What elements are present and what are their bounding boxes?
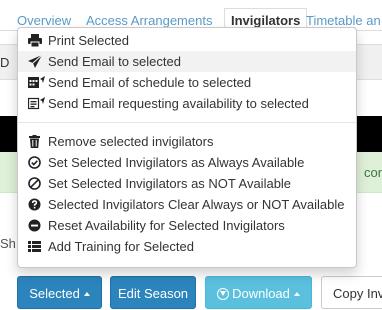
menu-item-clear-availability[interactable]: Selected Invigilators Clear Always or NO… — [18, 194, 356, 215]
question-circle-icon — [28, 198, 45, 211]
trash-icon — [28, 135, 45, 148]
selected-actions-menu: Print Selected Send Email to selected Se… — [17, 27, 357, 268]
caret-up-icon — [293, 292, 300, 296]
menu-item-request-availability[interactable]: Send Email requesting availability to se… — [18, 93, 356, 114]
partial-label: Sh — [0, 236, 16, 251]
minus-circle-icon — [28, 219, 45, 232]
send-icon — [28, 55, 45, 68]
success-alert-text: cor — [364, 165, 382, 180]
menu-item-label: Add Training for Selected — [48, 239, 194, 254]
menu-item-reset-availability[interactable]: Reset Availability for Selected Invigila… — [18, 215, 356, 236]
check-circle-icon — [28, 156, 45, 169]
menu-item-send-email[interactable]: Send Email to selected — [18, 51, 356, 72]
menu-item-add-training[interactable]: Add Training for Selected — [18, 236, 356, 257]
caret-up-icon — [83, 292, 90, 296]
menu-item-print-selected[interactable]: Print Selected — [18, 30, 356, 51]
menu-item-remove-selected[interactable]: Remove selected invigilators — [18, 131, 356, 152]
print-icon — [28, 34, 45, 47]
strip-text: D — [0, 55, 10, 70]
menu-divider — [18, 122, 356, 123]
list-icon — [28, 240, 45, 253]
copy-invigilators-button[interactable]: Copy Inv — [321, 276, 382, 309]
form-send-icon — [28, 97, 45, 110]
menu-item-label: Reset Availability for Selected Invigila… — [48, 218, 285, 233]
menu-item-send-schedule[interactable]: Send Email of schedule to selected — [18, 72, 356, 93]
menu-item-label: Remove selected invigilators — [48, 134, 214, 149]
download-dropdown-button[interactable]: Download — [205, 276, 312, 309]
menu-item-label: Selected Invigilators Clear Always or NO… — [48, 197, 345, 212]
menu-item-label: Send Email to selected — [48, 54, 181, 69]
menu-item-always-available[interactable]: Set Selected Invigilators as Always Avai… — [18, 152, 356, 173]
calendar-send-icon — [28, 76, 45, 89]
edit-season-button[interactable]: Edit Season — [110, 276, 196, 309]
selected-dropdown-button[interactable]: Selected — [17, 276, 102, 309]
selected-button-label: Selected — [29, 286, 80, 301]
menu-item-not-available[interactable]: Set Selected Invigilators as NOT Availab… — [18, 173, 356, 194]
menu-item-label: Send Email requesting availability to se… — [48, 96, 309, 111]
menu-item-label: Set Selected Invigilators as NOT Availab… — [48, 176, 292, 191]
menu-item-label: Send Email of schedule to selected — [48, 75, 252, 90]
download-icon — [217, 288, 230, 300]
download-button-label: Download — [232, 286, 290, 301]
ban-icon — [28, 177, 45, 190]
menu-item-label: Set Selected Invigilators as Always Avai… — [48, 155, 305, 170]
menu-item-label: Print Selected — [48, 33, 129, 48]
